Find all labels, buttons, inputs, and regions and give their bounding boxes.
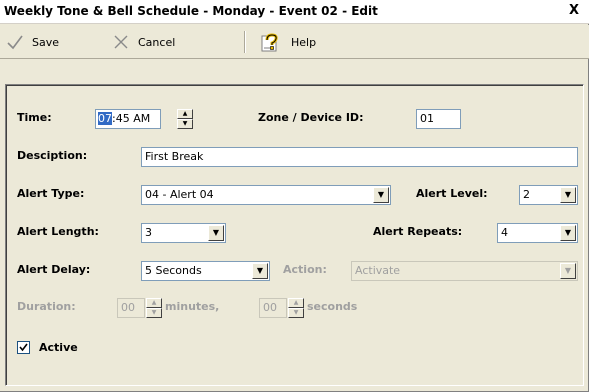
- cancel-button[interactable]: Cancel: [112, 32, 175, 52]
- chevron-down-icon[interactable]: ▼: [373, 187, 389, 203]
- alert-length-value: 3: [145, 226, 152, 239]
- help-label: Help: [291, 35, 317, 49]
- duration-seconds-spinner: ▲ ▼: [288, 298, 304, 318]
- duration-label: Duration:: [17, 300, 76, 313]
- toolbar-separator: [244, 31, 246, 53]
- chevron-down-icon[interactable]: ▼: [560, 225, 576, 241]
- seconds-label: seconds: [307, 300, 358, 313]
- action-select: Activate ▼: [351, 261, 578, 281]
- alert-level-select[interactable]: 2 ▼: [519, 185, 578, 205]
- edit-window: Weekly Tone & Bell Schedule - Monday - E…: [0, 0, 589, 392]
- save-button[interactable]: Save: [6, 32, 59, 52]
- alert-repeats-select[interactable]: 4 ▼: [497, 223, 578, 243]
- alert-length-select[interactable]: 3 ▼: [141, 223, 226, 243]
- zone-field[interactable]: 01: [416, 109, 461, 129]
- alert-level-value: 2: [523, 188, 530, 201]
- zone-label: Zone / Device ID:: [258, 111, 364, 124]
- seconds-up-arrow-icon: ▲: [288, 298, 304, 308]
- action-label: Action:: [283, 263, 327, 276]
- alert-level-label: Alert Level:: [416, 187, 488, 200]
- time-field[interactable]: 07:45 AM: [95, 109, 161, 129]
- save-label: Save: [32, 35, 60, 49]
- duration-minutes-spinner: ▲ ▼: [146, 298, 162, 318]
- title-bar: Weekly Tone & Bell Schedule - Monday - E…: [0, 0, 589, 24]
- chevron-down-icon[interactable]: ▼: [560, 187, 576, 203]
- alert-repeats-value: 4: [501, 226, 508, 239]
- active-label: Active: [39, 341, 78, 354]
- toolbar: Save Cancel Help: [0, 25, 589, 59]
- seconds-down-arrow-icon: ▼: [288, 308, 304, 318]
- alert-length-label: Alert Length:: [17, 225, 99, 238]
- description-label: Desciption:: [17, 149, 88, 162]
- time-down-arrow-icon[interactable]: ▼: [177, 119, 193, 129]
- checkmark-icon: [19, 343, 28, 352]
- close-button[interactable]: X: [565, 3, 583, 20]
- chevron-down-icon: ▼: [560, 263, 576, 279]
- time-rest-segment: :45 AM: [112, 112, 151, 125]
- minutes-up-arrow-icon: ▲: [146, 298, 162, 308]
- active-checkbox[interactable]: [17, 341, 30, 354]
- checkmark-icon: [6, 33, 24, 51]
- alert-type-select[interactable]: 04 - Alert 04 ▼: [141, 185, 391, 205]
- cross-icon: [112, 33, 130, 51]
- time-up-arrow-icon[interactable]: ▲: [177, 109, 193, 119]
- time-label: Time:: [17, 111, 52, 124]
- time-hour-segment: 07: [98, 112, 112, 125]
- alert-repeats-label: Alert Repeats:: [373, 225, 463, 238]
- window-title: Weekly Tone & Bell Schedule - Monday - E…: [4, 4, 378, 18]
- alert-delay-label: Alert Delay:: [17, 263, 91, 276]
- action-value: Activate: [355, 264, 401, 277]
- alert-delay-select[interactable]: 5 Seconds ▼: [141, 261, 270, 281]
- help-button[interactable]: Help: [261, 32, 316, 52]
- alert-delay-value: 5 Seconds: [145, 264, 202, 277]
- help-icon: [261, 32, 281, 52]
- chevron-down-icon[interactable]: ▼: [252, 263, 268, 279]
- chevron-down-icon[interactable]: ▼: [208, 225, 224, 241]
- duration-minutes-field: 00: [117, 298, 145, 318]
- alert-type-value: 04 - Alert 04: [145, 188, 214, 201]
- cancel-label: Cancel: [138, 35, 176, 49]
- duration-seconds-field: 00: [259, 298, 287, 318]
- minutes-label: minutes,: [165, 300, 220, 313]
- alert-type-label: Alert Type:: [17, 187, 85, 200]
- time-spinner[interactable]: ▲ ▼: [177, 109, 193, 129]
- description-field[interactable]: First Break: [141, 147, 578, 167]
- form-panel: Time: 07:45 AM ▲ ▼ Zone / Device ID: 01 …: [5, 84, 584, 386]
- minutes-down-arrow-icon: ▼: [146, 308, 162, 318]
